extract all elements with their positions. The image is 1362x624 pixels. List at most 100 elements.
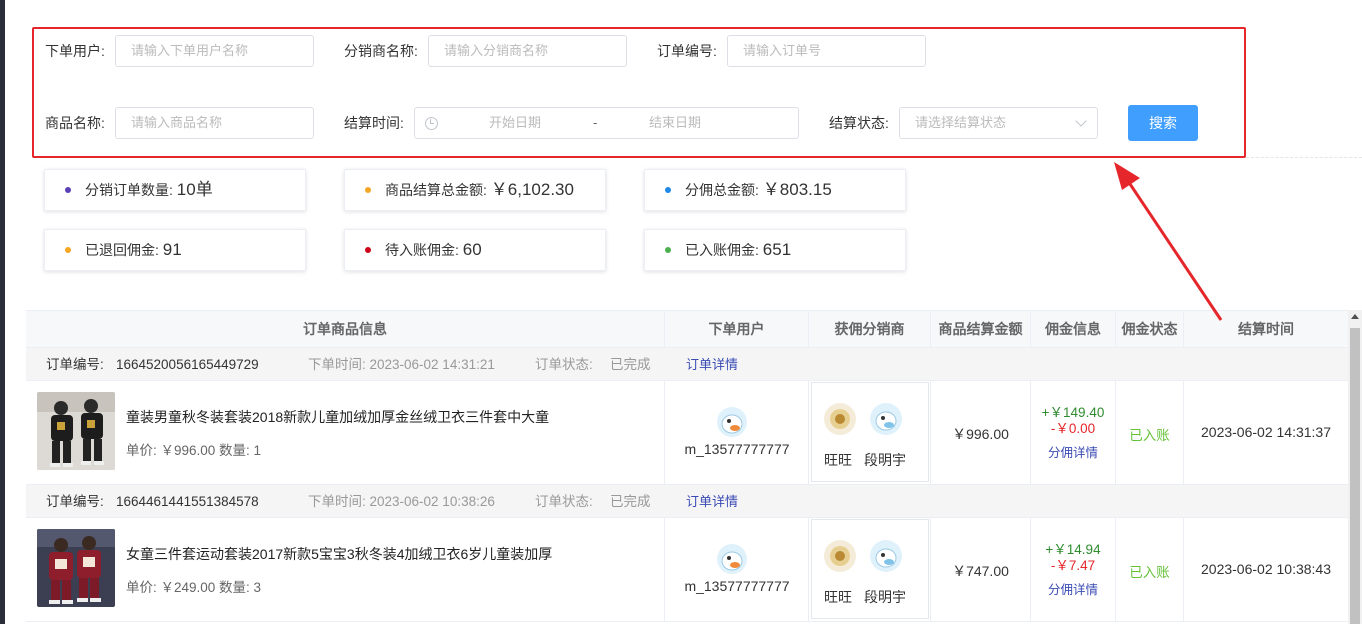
status-badge: 已入账: [1129, 565, 1170, 580]
product-price-qty: 单价: ￥996.00 数量: 1: [126, 443, 262, 458]
order-no-filter-label: 订单编号:: [657, 43, 717, 59]
stat-value: 651: [762, 240, 792, 259]
avatar: [870, 403, 902, 435]
dot-icon: [365, 187, 371, 194]
header-user: 下单用户: [665, 311, 809, 348]
order-no-filter-input[interactable]: 请输入订单号: [727, 35, 926, 67]
settle-status-label: 结算状态:: [829, 115, 889, 131]
table-scrollbar[interactable]: [1348, 310, 1362, 624]
settle-status-select[interactable]: 请选择结算状态: [899, 107, 1098, 139]
order-status-label: 订单状态:: [535, 494, 593, 509]
divider: [1246, 157, 1362, 158]
avatar: [824, 540, 856, 572]
distributor-name: 旺旺: [824, 589, 852, 605]
status-badge: 已入账: [1129, 428, 1170, 443]
order-detail-link[interactable]: 订单详情: [686, 348, 738, 381]
scroll-up-icon[interactable]: [1351, 314, 1359, 319]
stat-value: ￥6,102.30: [490, 180, 574, 199]
distributor-cell: 旺旺 段明宇: [809, 518, 931, 622]
user-filter-label: 下单用户:: [45, 43, 105, 59]
end-date-input[interactable]: 结束日期: [649, 108, 701, 138]
header-distributor: 获佣分销商: [809, 311, 931, 348]
product-price-qty: 单价: ￥249.00 数量: 3: [126, 580, 262, 595]
dot-icon: [365, 247, 371, 254]
order-no: 1664461441551384578: [116, 494, 259, 509]
dot-icon: [665, 247, 671, 254]
stat-value: 10单: [176, 180, 213, 199]
stat-settled-commission: 已入账佣金: 651: [644, 229, 906, 271]
avatar: [824, 403, 856, 435]
distributor-filter-label: 分销商名称:: [344, 43, 418, 59]
stat-label: 待入账佣金:: [385, 242, 459, 258]
table-row: 童装男童秋冬装套装2018新款儿童加绒加厚金丝绒卫衣三件套中大童 单价: ￥99…: [26, 381, 1348, 485]
stat-label: 分佣总金额:: [685, 182, 759, 198]
user-cell: m_13577777777: [665, 518, 809, 622]
distributor-cell: 旺旺 段明宇: [809, 381, 931, 485]
range-separator: -: [593, 115, 598, 130]
scrollbar-thumb[interactable]: [1350, 328, 1360, 624]
search-button[interactable]: 搜索: [1128, 105, 1198, 141]
left-sidebar-edge: [0, 0, 5, 624]
commission-minus: -￥7.47: [1050, 558, 1096, 573]
distributor-name: 旺旺: [824, 452, 852, 468]
stat-pending-commission: 待入账佣金: 60: [344, 229, 606, 271]
settle-time-cell: 2023-06-02 14:31:37: [1184, 381, 1348, 485]
settle-time-cell: 2023-06-02 10:38:43: [1184, 518, 1348, 622]
start-date-input[interactable]: 开始日期: [489, 108, 541, 138]
commission-cell: +￥14.94 -￥7.47 分佣详情: [1031, 518, 1116, 622]
product-filter-input[interactable]: 请输入商品名称: [115, 107, 314, 139]
dot-icon: [665, 187, 671, 194]
header-settle-time: 结算时间: [1184, 311, 1348, 348]
commission-detail-link[interactable]: 分佣详情: [1031, 579, 1115, 598]
chevron-down-icon: [1075, 115, 1087, 127]
settle-amount: ￥996.00: [952, 426, 1009, 442]
product-thumbnail[interactable]: [37, 529, 115, 607]
order-detail-link[interactable]: 订单详情: [686, 485, 738, 518]
stat-order-count: 分销订单数量: 10单: [44, 169, 306, 211]
user-name: m_13577777777: [684, 441, 790, 457]
order-no-label: 订单编号:: [46, 494, 104, 509]
commission-status-cell: 已入账: [1116, 381, 1184, 485]
user-filter-input[interactable]: 请输入下单用户名称: [115, 35, 314, 67]
header-commission-info: 佣金信息: [1031, 311, 1116, 348]
order-status: 已完成: [610, 494, 651, 509]
stat-label: 分销订单数量:: [85, 182, 173, 198]
product-cell: 女童三件套运动套装2017新款5宝宝3秋冬装4加绒卫衣6岁儿童装加厚 单价: ￥…: [26, 518, 665, 622]
user-cell: m_13577777777: [665, 381, 809, 485]
order-time: 下单时间: 2023-06-02 14:31:21: [308, 357, 495, 372]
distributor-filter-input[interactable]: 请输入分销商名称: [428, 35, 627, 67]
product-cell: 童装男童秋冬装套装2018新款儿童加绒加厚金丝绒卫衣三件套中大童 单价: ￥99…: [26, 381, 665, 485]
stat-value: 91: [162, 240, 182, 259]
order-no-label: 订单编号:: [46, 357, 104, 372]
order-no: 1664520056165449729: [116, 357, 259, 372]
commission-cell: +￥149.40 -￥0.00 分佣详情: [1031, 381, 1116, 485]
commission-status-cell: 已入账: [1116, 518, 1184, 622]
settle-time-range-picker[interactable]: 开始日期 - 结束日期: [414, 107, 799, 139]
product-name: 女童三件套运动套装2017新款5宝宝3秋冬装4加绒卫衣6岁儿童装加厚: [126, 546, 553, 562]
settle-amount-cell: ￥747.00: [931, 518, 1031, 622]
stat-label: 已退回佣金:: [85, 242, 159, 258]
stat-label: 已入账佣金:: [685, 242, 759, 258]
distributor-name: 段明宇: [864, 589, 906, 605]
settle-time: 2023-06-02 14:31:37: [1201, 424, 1331, 440]
stat-value: 60: [462, 240, 482, 259]
stat-settle-total: 商品结算总金额: ￥6,102.30: [344, 169, 606, 211]
dot-icon: [65, 187, 71, 194]
avatar: [717, 544, 747, 574]
order-head: 订单编号: 1664520056165449729 下单时间: 2023-06-…: [26, 348, 1348, 381]
settle-time-label: 结算时间:: [344, 115, 404, 131]
order-status-label: 订单状态:: [535, 357, 593, 372]
settle-status-placeholder: 请选择结算状态: [915, 115, 1007, 130]
settle-amount: ￥747.00: [952, 563, 1009, 579]
stat-commission-total: 分佣总金额: ￥803.15: [644, 169, 906, 211]
product-thumbnail[interactable]: [37, 392, 115, 470]
avatar: [870, 540, 902, 572]
commission-minus: -￥0.00: [1050, 421, 1096, 436]
stat-value: ￥803.15: [762, 180, 832, 199]
commission-detail-link[interactable]: 分佣详情: [1031, 442, 1115, 461]
product-filter-label: 商品名称:: [45, 115, 105, 131]
header-order-product: 订单商品信息: [26, 311, 665, 348]
order-status: 已完成: [610, 357, 651, 372]
distributor-box: 旺旺 段明宇: [811, 519, 929, 619]
order-head: 订单编号: 1664461441551384578 下单时间: 2023-06-…: [26, 485, 1348, 518]
